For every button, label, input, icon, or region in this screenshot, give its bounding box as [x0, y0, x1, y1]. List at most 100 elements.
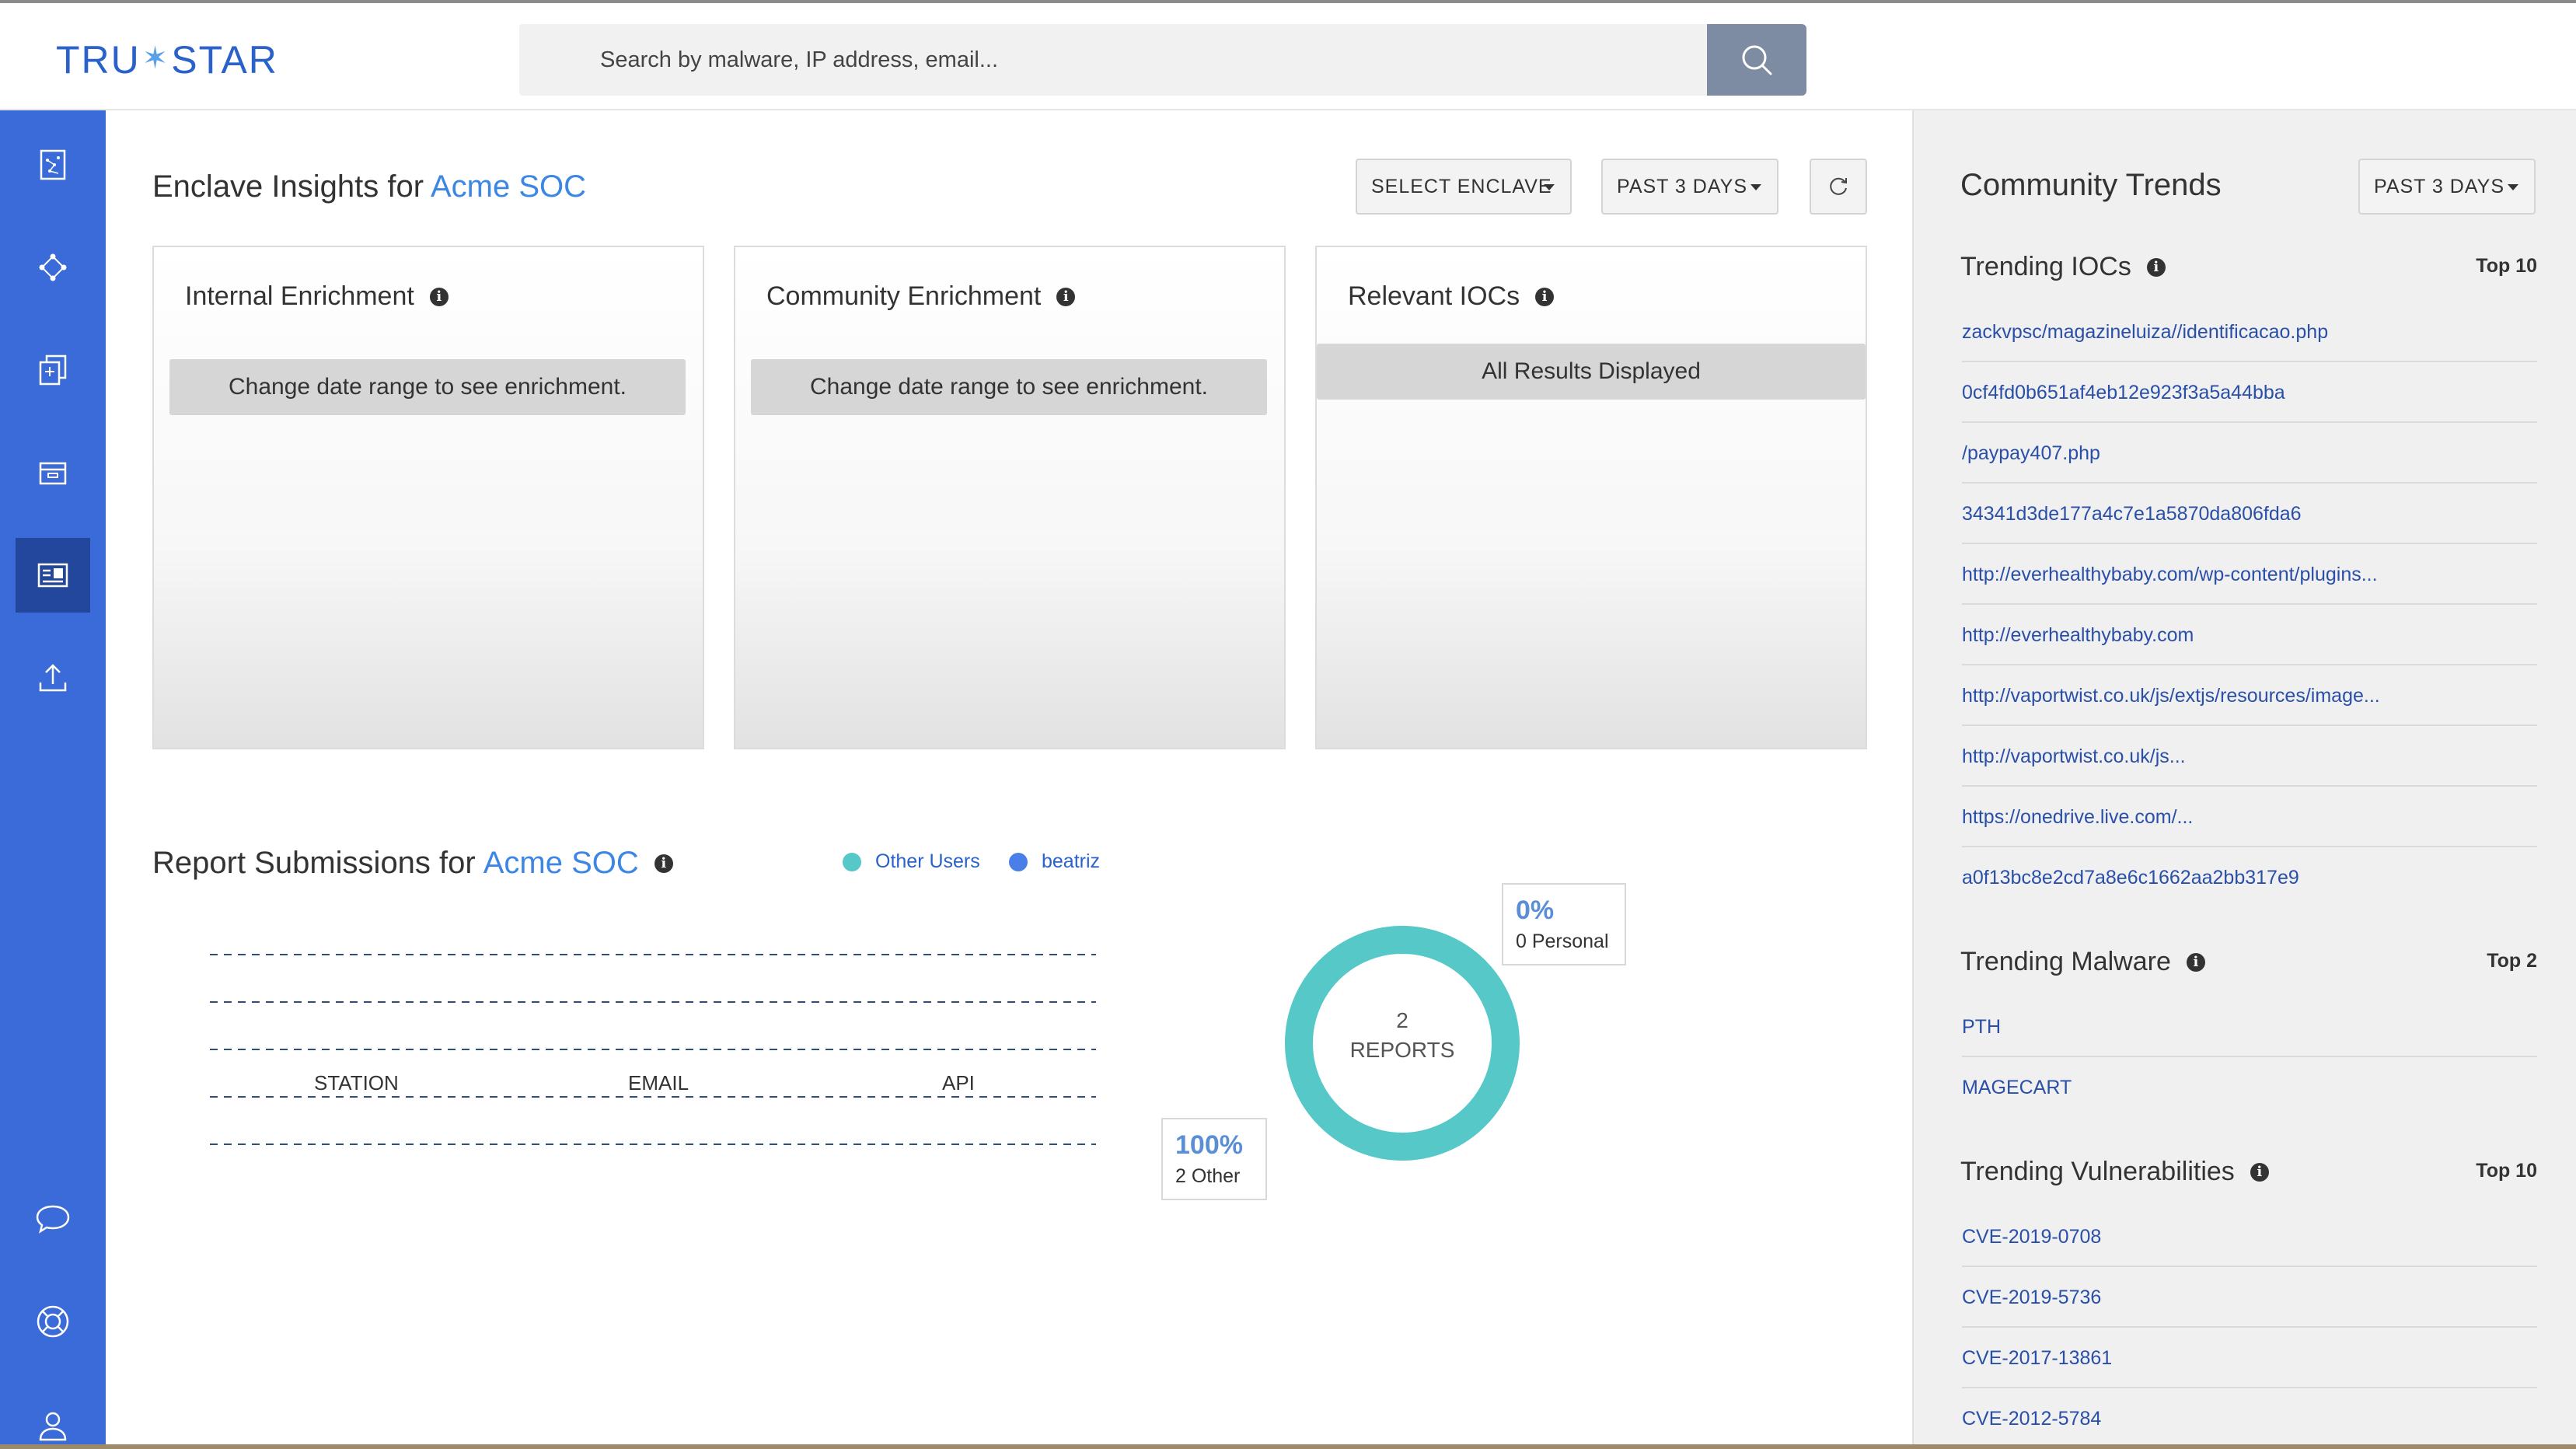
sidebar-item-inbox[interactable]	[16, 435, 90, 510]
bar-label-api: API	[942, 1071, 975, 1095]
select-enclave-dropdown[interactable]: SELECT ENCLAVE	[1356, 159, 1572, 215]
ioc-item[interactable]: https://onedrive.live.com/...	[1962, 787, 2537, 847]
internal-enrichment-card: Internal Enrichment i Change date range …	[152, 246, 704, 749]
network-icon	[39, 253, 67, 281]
submission-bar-chart	[210, 954, 1096, 1145]
legend-other-users[interactable]: Other Users	[843, 850, 980, 873]
trending-vulnerabilities-title-text: Trending Vulnerabilities	[1960, 1157, 2235, 1186]
refresh-button[interactable]	[1810, 159, 1867, 215]
info-icon[interactable]: i	[2250, 1162, 2269, 1182]
donut-count: 2	[1396, 1008, 1408, 1032]
enclave-name-link[interactable]: Acme SOC	[431, 169, 586, 204]
ioc-item[interactable]: /paypay407.php	[1962, 423, 2537, 484]
relevant-iocs-card: Relevant IOCs i All Results Displayed	[1315, 246, 1867, 749]
other-callout: 100% 2 Other	[1161, 1118, 1267, 1200]
ioc-item[interactable]: 34341d3de177a4c7e1a5870da806fda6	[1962, 484, 2537, 544]
ioc-item[interactable]: http://vaportwist.co.uk/js...	[1962, 726, 2537, 787]
personal-callout: 0% 0 Personal	[1502, 883, 1626, 965]
card-title-text: Relevant IOCs	[1348, 281, 1520, 311]
personal-percent: 0%	[1516, 896, 1555, 925]
trends-date-range-dropdown[interactable]: PAST 3 DAYS	[2358, 159, 2536, 215]
report-submissions-title: Report Submissions for Acme SOC i	[152, 846, 673, 881]
sidebar-item-chat[interactable]	[16, 1182, 90, 1256]
search-button[interactable]	[1707, 24, 1806, 96]
trending-vulnerabilities-title: Trending Vulnerabilities i	[1960, 1157, 2269, 1187]
info-icon[interactable]: i	[654, 854, 673, 873]
community-enrichment-message: Change date range to see enrichment.	[751, 359, 1267, 415]
top-bar: TRU✶STAR	[0, 0, 2576, 110]
sidebar-item-help[interactable]	[16, 1284, 90, 1359]
trending-malware-list: PTH MAGECART	[1962, 997, 2537, 1118]
sidebar-item-graph[interactable]	[16, 230, 90, 305]
search-input[interactable]	[519, 24, 1707, 96]
community-enrichment-card: Community Enrichment i Change date range…	[734, 246, 1286, 749]
community-enrichment-title: Community Enrichment i	[766, 281, 1076, 312]
sidebar-item-profile[interactable]	[16, 1388, 90, 1449]
enclave-date-range-label: PAST 3 DAYS	[1617, 175, 1748, 197]
legend-beatriz[interactable]: beatriz	[1009, 850, 1100, 873]
select-enclave-label: SELECT ENCLAVE	[1371, 175, 1552, 197]
ioc-item[interactable]: http://vaportwist.co.uk/js/extjs/resourc…	[1962, 665, 2537, 726]
report-submissions-title-prefix: Report Submissions for	[152, 846, 476, 880]
enclave-date-range-dropdown[interactable]: PAST 3 DAYS	[1601, 159, 1778, 215]
legend-dot	[1009, 852, 1028, 871]
search-box	[519, 24, 1707, 96]
trending-iocs-top-count: Top 10	[2476, 255, 2537, 277]
info-icon[interactable]: i	[1056, 287, 1076, 306]
internal-enrichment-title: Internal Enrichment i	[185, 281, 449, 312]
vulnerability-item[interactable]: CVE-2017-13861	[1962, 1328, 2537, 1388]
sidebar-item-dashboard[interactable]	[16, 538, 90, 613]
trends-date-range-label: PAST 3 DAYS	[2374, 175, 2505, 197]
relevant-iocs-title: Relevant IOCs i	[1348, 281, 1555, 312]
vulnerability-item[interactable]: CVE-2019-0708	[1962, 1206, 2537, 1267]
ioc-item[interactable]: http://everhealthybaby.com/wp-content/pl…	[1962, 544, 2537, 605]
vulnerability-item[interactable]: CVE-2019-5736	[1962, 1267, 2537, 1328]
trending-iocs-title-text: Trending IOCs	[1960, 252, 2131, 281]
sidebar-item-copy[interactable]	[16, 333, 90, 407]
trending-malware-title: Trending Malware i	[1960, 947, 2205, 977]
donut-count-label: REPORTS	[1349, 1038, 1455, 1062]
lifebuoy-icon	[37, 1305, 69, 1338]
enclave-insights-title-prefix: Enclave Insights for	[152, 169, 431, 204]
bar-label-station: STATION	[314, 1071, 399, 1095]
info-icon[interactable]: i	[1535, 287, 1555, 306]
enclave-insights-title: Enclave Insights for Acme SOC	[152, 169, 586, 204]
main-content: Enclave Insights for Acme SOC SELECT ENC…	[106, 110, 1912, 1449]
inbox-icon	[39, 462, 67, 485]
ioc-item[interactable]: zackvpsc/magazineluiza//identificacao.ph…	[1962, 302, 2537, 362]
info-icon[interactable]: i	[2146, 257, 2166, 277]
trending-iocs-list: zackvpsc/magazineluiza//identificacao.ph…	[1962, 302, 2537, 908]
legend-dot	[843, 852, 861, 871]
ioc-item[interactable]: 0cf4fd0b651af4eb12e923f3a5a44bba	[1962, 362, 2537, 423]
info-icon[interactable]: i	[429, 287, 449, 306]
report-enclave-name-link[interactable]: Acme SOC	[483, 846, 639, 881]
internal-enrichment-message: Change date range to see enrichment.	[169, 359, 686, 415]
refresh-icon	[1830, 177, 1847, 195]
trustar-logo[interactable]: TRU✶STAR	[56, 37, 278, 82]
legend-label: Other Users	[875, 850, 980, 872]
relevant-iocs-message: All Results Displayed	[1317, 344, 1866, 400]
community-trends-title: Community Trends	[1960, 168, 2222, 202]
caret-down-icon	[2508, 184, 2518, 190]
info-icon[interactable]: i	[2186, 952, 2205, 972]
upload-icon	[39, 664, 67, 692]
vulnerability-item[interactable]: CVE-2012-5784	[1962, 1388, 2537, 1449]
trending-vulnerabilities-top-count: Top 10	[2476, 1160, 2537, 1182]
malware-item[interactable]: PTH	[1962, 997, 2537, 1057]
sidebar	[0, 110, 106, 1449]
copy-document-icon	[39, 354, 67, 386]
chat-bubble-icon	[36, 1205, 70, 1234]
document-chart-icon	[40, 149, 66, 180]
sidebar-item-upload[interactable]	[16, 641, 90, 715]
sidebar-item-reports[interactable]	[16, 127, 90, 202]
personal-label: 0 Personal	[1516, 931, 1609, 952]
card-title-text: Internal Enrichment	[185, 281, 414, 311]
other-label: 2 Other	[1175, 1165, 1241, 1187]
bar-label-email: EMAIL	[628, 1071, 689, 1095]
trending-iocs-title: Trending IOCs i	[1960, 252, 2166, 282]
dashboard-card-icon	[37, 563, 68, 588]
card-title-text: Community Enrichment	[766, 281, 1042, 311]
malware-item[interactable]: MAGECART	[1962, 1057, 2537, 1118]
ioc-item[interactable]: http://everhealthybaby.com	[1962, 605, 2537, 665]
ioc-item[interactable]: a0f13bc8e2cd7a8e6c1662aa2bb317e9	[1962, 847, 2537, 908]
